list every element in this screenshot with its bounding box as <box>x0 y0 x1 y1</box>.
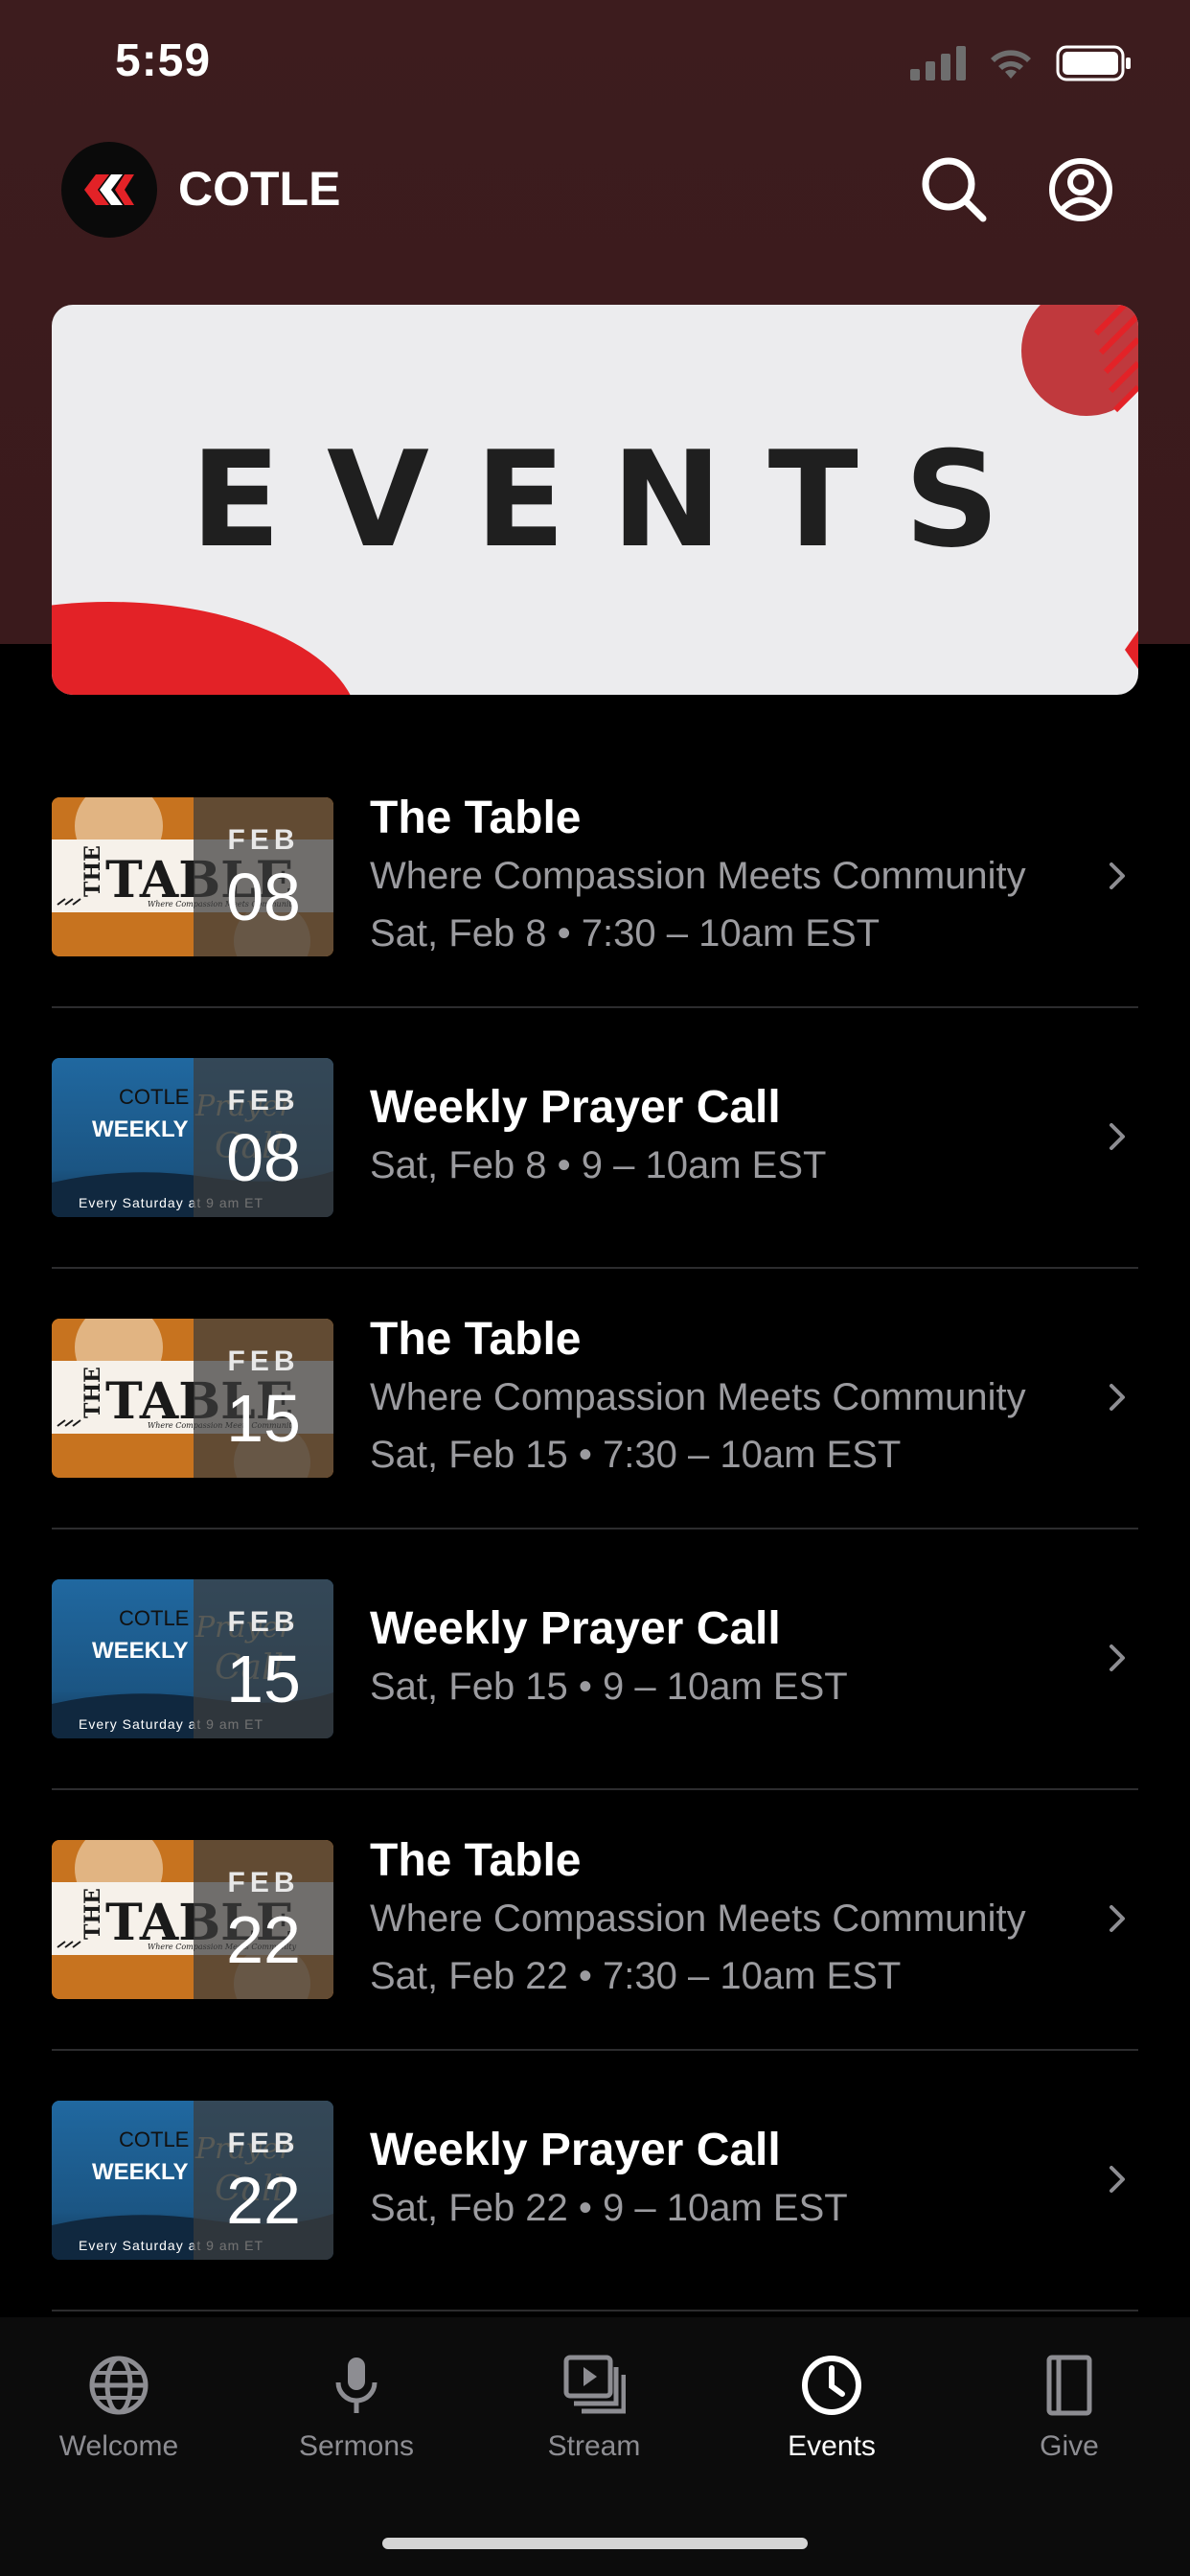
status-bar: 5:59 <box>0 0 1190 134</box>
microphone-icon <box>335 2358 378 2413</box>
svg-text:COTLE: COTLE <box>119 1085 189 1109</box>
event-text: Weekly Prayer Call Sat, Feb 22 • 9 – 10a… <box>370 2122 848 2237</box>
event-date-badge: FEB 15 <box>194 1319 333 1478</box>
events-banner: EVENTS <box>52 305 1138 695</box>
tab-stream[interactable]: Stream <box>498 2354 690 2497</box>
chevron-right-icon <box>1110 1644 1125 1671</box>
chevron-right-icon <box>1110 1384 1125 1411</box>
event-row[interactable]: THE TABLE Where Compassion Meets Communi… <box>52 1269 1138 1530</box>
svg-text:COTLE: COTLE <box>119 2128 189 2151</box>
event-thumbnail: THE TABLE Where Compassion Meets Communi… <box>52 1319 333 1478</box>
event-title: Weekly Prayer Call <box>370 1082 781 1133</box>
event-date-badge: FEB 08 <box>194 1058 333 1217</box>
event-date-badge: FEB 08 <box>194 797 333 956</box>
event-date-month: FEB <box>227 1606 300 1638</box>
event-text: Weekly Prayer Call Sat, Feb 15 • 9 – 10a… <box>370 1600 848 1715</box>
cotle-logo-icon <box>84 174 134 205</box>
svg-text:WEEKLY: WEEKLY <box>92 1638 188 1664</box>
event-date-day: 22 <box>226 1902 301 1977</box>
event-title: Weekly Prayer Call <box>370 2125 781 2175</box>
svg-text:COTLE: COTLE <box>119 1606 189 1630</box>
svg-text:THE: THE <box>80 845 105 897</box>
book-icon <box>1046 2355 1092 2416</box>
svg-text:THE: THE <box>80 1888 105 1940</box>
tab-give[interactable]: Give <box>973 2354 1165 2497</box>
event-subtitle: Where Compassion Meets Community <box>370 855 1026 897</box>
top-bar: COTLE <box>0 138 1190 242</box>
event-date-day: 15 <box>226 1381 301 1456</box>
clock-icon <box>802 2356 861 2415</box>
event-subtitle: Where Compassion Meets Community <box>370 1898 1026 1940</box>
chevron-right-icon <box>1110 1123 1125 1150</box>
status-time: 5:59 <box>115 35 212 86</box>
event-date-month: FEB <box>227 1085 300 1116</box>
play-stack-icon <box>563 2355 626 2414</box>
event-datetime: Sat, Feb 22 • 7:30 – 10am EST <box>370 1955 902 1997</box>
event-date-month: FEB <box>227 1867 300 1898</box>
tab-welcome[interactable]: Welcome <box>23 2354 215 2497</box>
tab-label: Give <box>1040 2430 1099 2462</box>
event-title: The Table <box>370 1835 582 1886</box>
event-thumbnail: COTLE WEEKLY Prayer Call Every Saturday … <box>52 1579 333 1738</box>
event-date-month: FEB <box>227 824 300 856</box>
event-date-day: 08 <box>226 860 301 934</box>
chevron-right-icon <box>1110 2166 1125 2193</box>
globe-icon <box>89 2356 149 2415</box>
event-row[interactable]: THE TABLE Where Compassion Meets Communi… <box>52 1790 1138 2051</box>
tab-label: Welcome <box>58 2430 179 2462</box>
event-date-badge: FEB 22 <box>194 1840 333 1999</box>
chevron-right-icon <box>1110 1905 1125 1932</box>
search-icon <box>922 157 987 222</box>
banner-title: EVENTS <box>190 423 1046 577</box>
event-thumbnail: COTLE WEEKLY Prayer Call Every Saturday … <box>52 1058 333 1217</box>
event-date-day: 15 <box>226 1642 301 1716</box>
home-indicator <box>382 2538 808 2549</box>
event-date-badge: FEB 22 <box>194 2101 333 2260</box>
svg-text:WEEKLY: WEEKLY <box>92 2159 188 2185</box>
event-datetime: Sat, Feb 8 • 7:30 – 10am EST <box>370 912 881 954</box>
event-text: The Table Where Compassion Meets Communi… <box>370 790 1026 962</box>
svg-text:WEEKLY: WEEKLY <box>92 1116 188 1142</box>
event-thumbnail: THE TABLE Where Compassion Meets Communi… <box>52 797 333 956</box>
cellular-signal-icon <box>910 46 966 80</box>
tab-sermons[interactable]: Sermons <box>261 2354 452 2497</box>
event-date-month: FEB <box>227 2128 300 2159</box>
event-row[interactable]: COTLE WEEKLY Prayer Call Every Saturday … <box>52 1008 1138 1269</box>
event-date-month: FEB <box>227 1346 300 1377</box>
event-subtitle: Where Compassion Meets Community <box>370 1376 1026 1418</box>
event-text: The Table Where Compassion Meets Communi… <box>370 1832 1026 2005</box>
event-datetime: Sat, Feb 8 • 9 – 10am EST <box>370 1144 827 1186</box>
status-icons <box>910 44 1133 82</box>
event-thumbnail: COTLE WEEKLY Prayer Call Every Saturday … <box>52 2101 333 2260</box>
profile-button[interactable] <box>1042 151 1119 228</box>
svg-text:THE: THE <box>80 1367 105 1418</box>
app-logo[interactable] <box>61 142 157 238</box>
event-date-day: 08 <box>226 1120 301 1195</box>
event-datetime: Sat, Feb 22 • 9 – 10am EST <box>370 2187 848 2229</box>
event-row[interactable]: COTLE WEEKLY Prayer Call Every Saturday … <box>52 1530 1138 1790</box>
search-button[interactable] <box>916 151 993 228</box>
event-text: Weekly Prayer Call Sat, Feb 8 • 9 – 10am… <box>370 1079 826 1194</box>
event-text: The Table Where Compassion Meets Communi… <box>370 1311 1026 1484</box>
event-date-badge: FEB 15 <box>194 1579 333 1738</box>
user-circle-icon <box>1049 158 1112 221</box>
event-datetime: Sat, Feb 15 • 9 – 10am EST <box>370 1666 848 1708</box>
event-row[interactable]: THE TABLE Where Compassion Meets Communi… <box>52 748 1138 1008</box>
event-row[interactable]: COTLE WEEKLY Prayer Call Every Saturday … <box>52 2051 1138 2312</box>
app-title: COTLE <box>178 162 341 216</box>
event-datetime: Sat, Feb 15 • 7:30 – 10am EST <box>370 1434 902 1476</box>
tab-events[interactable]: Events <box>736 2354 927 2497</box>
tab-label: Sermons <box>298 2430 415 2462</box>
event-title: The Table <box>370 1314 582 1365</box>
wifi-icon <box>991 50 1031 79</box>
chevron-right-icon <box>1110 862 1125 889</box>
battery-icon <box>1056 45 1131 81</box>
event-date-day: 22 <box>226 2163 301 2238</box>
event-title: The Table <box>370 793 582 843</box>
tab-label: Stream <box>547 2430 641 2462</box>
event-title: Weekly Prayer Call <box>370 1603 781 1654</box>
event-thumbnail: THE TABLE Where Compassion Meets Communi… <box>52 1840 333 1999</box>
tab-label: Events <box>788 2430 876 2462</box>
